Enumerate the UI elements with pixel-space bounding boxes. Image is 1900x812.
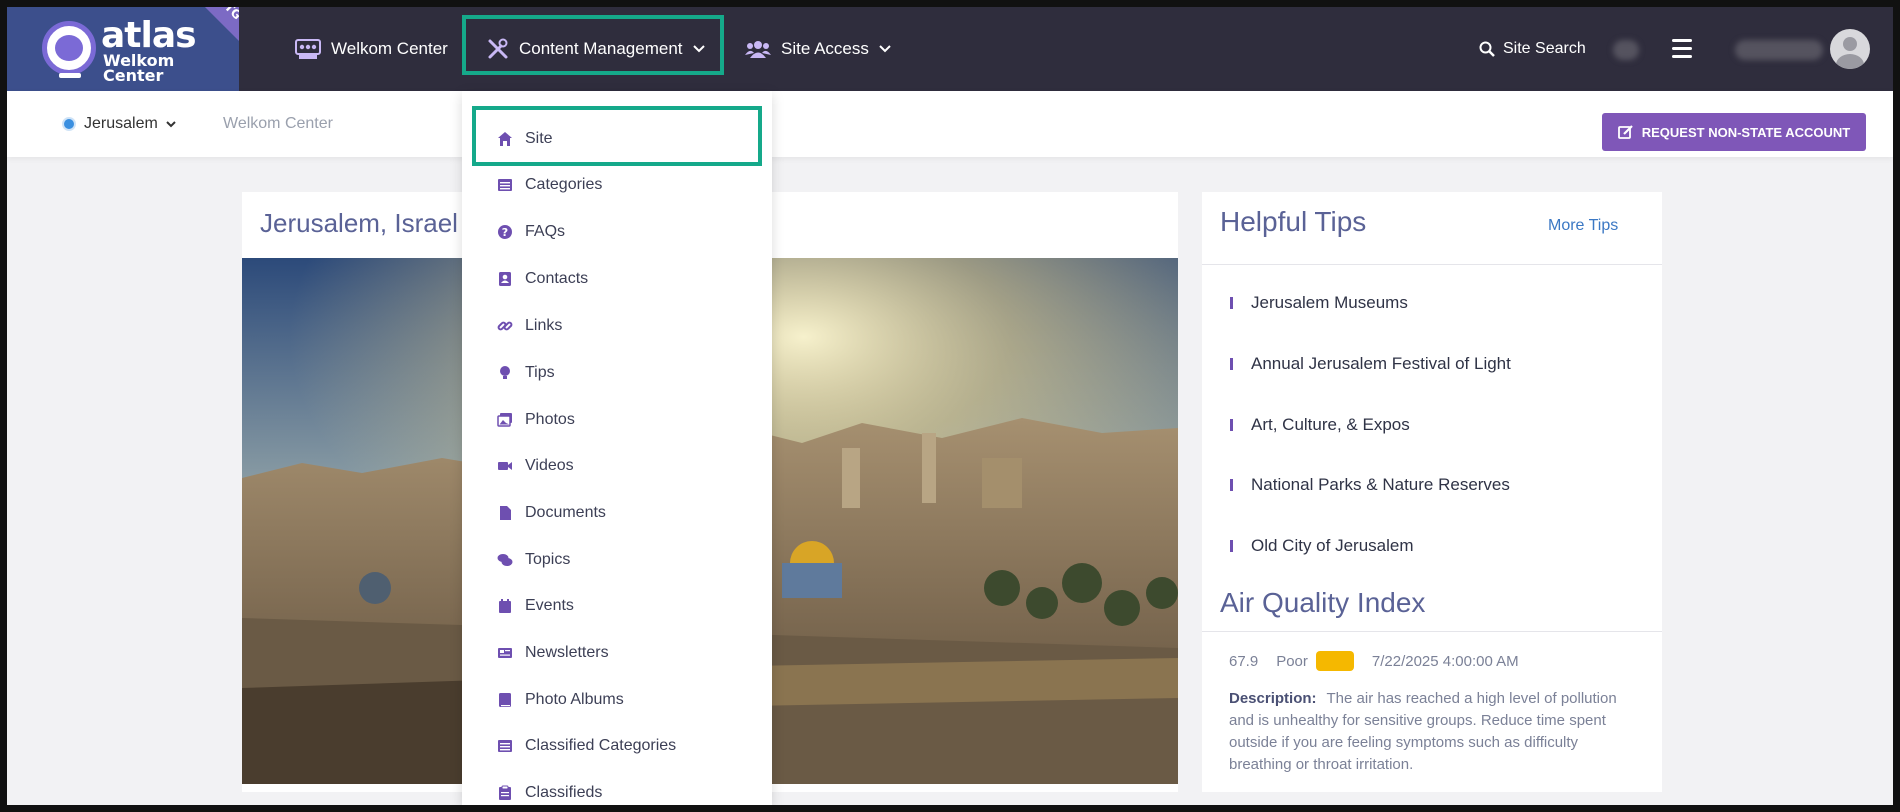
menu-item-categories[interactable]: Categories — [462, 165, 772, 205]
city-selector-label: Jerusalem — [84, 115, 158, 132]
helpful-tips-card: Helpful Tips More Tips Jerusalem Museums… — [1202, 192, 1662, 792]
link-icon — [497, 321, 513, 331]
document-icon — [500, 506, 511, 520]
notification-badge[interactable] — [1613, 40, 1639, 60]
menu-item-label: Site — [525, 130, 553, 147]
newspaper-icon — [498, 648, 512, 658]
menu-item-label: Topics — [525, 551, 571, 568]
menu-item-classified-categories[interactable]: Classified Categories — [462, 726, 772, 766]
album-icon — [499, 693, 511, 707]
chevron-down-icon — [879, 45, 891, 53]
logo-subtitle: Welkom Center — [103, 51, 175, 85]
nav-welkom-center-label: Welkom Center — [331, 39, 448, 58]
app-frame: atlas Welkom Center STG Welkom Center Co… — [7, 7, 1893, 805]
menu-item-label: Documents — [525, 504, 606, 521]
top-navbar: atlas Welkom Center STG Welkom Center Co… — [7, 7, 1893, 91]
menu-item-topics[interactable]: Topics — [462, 540, 772, 580]
menu-item-events[interactable]: Events — [462, 586, 772, 626]
request-non-state-account-button[interactable]: REQUEST NON-STATE ACCOUNT — [1602, 113, 1866, 151]
menu-item-label: Tips — [525, 364, 555, 381]
contact-icon — [499, 272, 511, 286]
aqi-description-label: Description: — [1229, 690, 1317, 707]
logo-text: atlas — [101, 15, 197, 56]
aqi-reading: 67.9 Poor 7/22/2025 4:00:00 AM — [1229, 651, 1519, 671]
location-dot-icon — [62, 117, 76, 131]
tips-title: Helpful Tips — [1220, 206, 1367, 237]
aqi-status-swatch — [1315, 651, 1354, 671]
page-title: Jerusalem, Israel — [260, 208, 458, 238]
site-search-label: Site Search — [1503, 40, 1586, 57]
nav-welkom-center[interactable]: Welkom Center — [295, 7, 448, 91]
more-tips-link[interactable]: More Tips — [1548, 217, 1618, 235]
tip-item[interactable]: Jerusalem Museums — [1230, 293, 1408, 313]
avatar[interactable] — [1830, 29, 1870, 69]
list-icon — [498, 179, 512, 191]
menu-item-label: Categories — [525, 176, 603, 193]
menu-item-label: FAQs — [525, 223, 566, 240]
menu-item-label: Links — [525, 317, 563, 334]
photos-icon — [497, 413, 512, 427]
clipboard-icon — [499, 785, 511, 800]
lightbulb-icon — [500, 366, 510, 379]
menu-item-contacts[interactable]: Contacts — [462, 259, 772, 299]
request-button-label: REQUEST NON-STATE ACCOUNT — [1641, 124, 1851, 140]
air-quality-title: Air Quality Index — [1220, 587, 1426, 618]
menu-item-label: Newsletters — [525, 644, 609, 661]
menu-item-documents[interactable]: Documents — [462, 493, 772, 533]
nav-highlight-box — [462, 15, 724, 75]
breadcrumb[interactable]: Welkom Center — [223, 91, 333, 157]
menu-item-links[interactable]: Links — [462, 306, 772, 346]
aqi-value: 67.9 — [1229, 652, 1259, 670]
aqi-status: Poor — [1276, 652, 1308, 670]
tip-item[interactable]: Old City of Jerusalem — [1230, 536, 1414, 556]
menu-item-faqs[interactable]: ? FAQs — [462, 212, 772, 252]
menu-item-label: Photo Albums — [525, 691, 624, 708]
globe-logo-icon — [42, 21, 96, 75]
menu-item-label: Videos — [525, 457, 574, 474]
comments-icon — [497, 554, 513, 566]
menu-item-label: Contacts — [525, 270, 589, 287]
video-icon — [498, 462, 512, 470]
menu-item-videos[interactable]: Videos — [462, 446, 772, 486]
menu-icon[interactable] — [1672, 39, 1692, 63]
nav-site-access-label: Site Access — [781, 39, 869, 58]
site-search-button[interactable]: Site Search — [1479, 7, 1586, 91]
menu-item-label: Classified Categories — [525, 737, 677, 754]
group-icon — [295, 39, 321, 59]
svg-text:?: ? — [502, 226, 508, 239]
menu-item-classifieds[interactable]: Classifieds — [462, 773, 772, 805]
menu-item-label: Classifieds — [525, 784, 603, 801]
users-icon — [745, 41, 771, 58]
atlas-logo[interactable]: atlas Welkom Center STG — [7, 7, 239, 91]
edit-icon — [1617, 125, 1633, 139]
tip-item[interactable]: Art, Culture, & Expos — [1230, 415, 1410, 435]
menu-item-photos[interactable]: Photos — [462, 400, 772, 440]
menu-item-photo-albums[interactable]: Photo Albums — [462, 680, 772, 720]
question-icon: ? — [498, 225, 512, 239]
menu-item-label: Photos — [525, 411, 575, 428]
search-icon — [1479, 41, 1495, 57]
content-management-dropdown: Site Categories? FAQs Contacts Links Tips Phot… — [462, 91, 772, 805]
tip-item[interactable]: National Parks & Nature Reserves — [1230, 475, 1510, 495]
menu-item-newsletters[interactable]: Newsletters — [462, 633, 772, 673]
aqi-timestamp: 7/22/2025 4:00:00 AM — [1371, 652, 1519, 670]
tip-item[interactable]: Annual Jerusalem Festival of Light — [1230, 354, 1511, 374]
menu-item-tips[interactable]: Tips — [462, 353, 772, 393]
aqi-description: Description: The air has reached a high l… — [1229, 688, 1639, 776]
menu-item-site[interactable]: Site — [462, 119, 772, 159]
user-name-blurred[interactable] — [1735, 40, 1823, 60]
menu-item-label: Events — [525, 597, 574, 614]
home-icon — [498, 132, 512, 146]
city-selector[interactable]: Jerusalem — [62, 91, 176, 157]
list-icon — [498, 740, 512, 752]
nav-site-access[interactable]: Site Access — [745, 7, 891, 91]
chevron-down-icon — [166, 120, 176, 127]
calendar-icon — [499, 599, 511, 613]
